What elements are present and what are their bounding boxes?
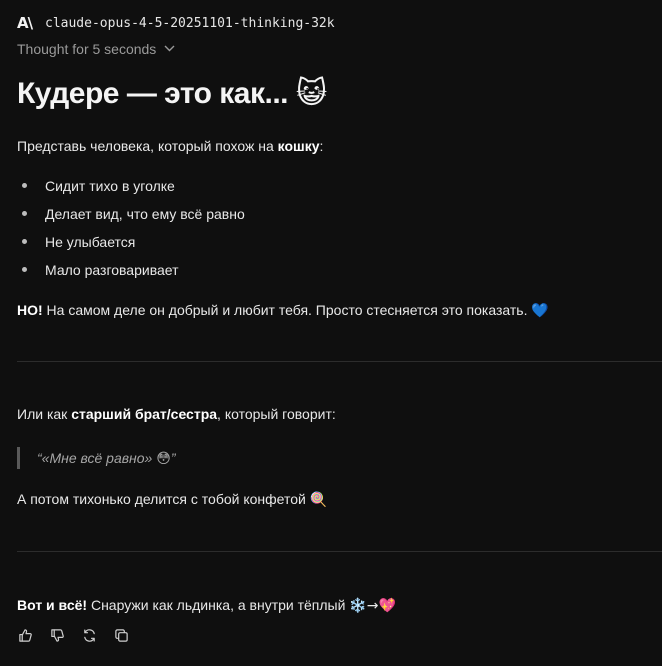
thinking-toggle[interactable]: Thought for 5 seconds [17,41,175,57]
chevron-down-icon [164,43,175,55]
intro-paragraph: Представь человека, который похож на кош… [17,138,323,154]
bullet-dot [22,183,27,188]
thumbs-down-icon[interactable] [49,627,65,643]
cat-emoji-icon: 😺 [295,76,327,111]
trait-list: Сидит тихо в уголке Делает вид, что ему … [17,176,245,288]
sibling-prefix: Или как [17,406,72,422]
sibling-suffix: , который говорит: [217,406,336,422]
bullet-dot [22,267,27,272]
list-item: Сидит тихо в уголке [17,176,245,204]
sibling-bold: старший брат/сестра [71,406,218,422]
list-item-text: Делает вид, что ему всё равно [45,206,245,222]
candy-paragraph: А потом тихонько делится с тобой конфето… [17,491,327,508]
heading-text: Кудере — это как... [17,77,289,110]
flushed-emoji-icon: 😳 [156,450,171,467]
final-text: Снаружи как льдинка, а внутри тёплый [87,597,350,613]
intro-suffix: : [319,138,324,154]
sibling-paragraph: Или как старший брат/сестра, который гов… [17,406,336,422]
quote-text: “«Мне всё равно» 😳” [37,450,176,467]
copy-icon[interactable] [113,627,129,643]
blockquote-bar [17,447,20,469]
list-item: Мало разговаривает [17,260,245,288]
message-actions [17,627,145,643]
ice-to-heart-emoji-icon: ❄️→💖 [349,598,396,614]
but-bold: НО! [17,302,43,318]
final-bold: Вот и всё! [17,597,88,613]
list-item-text: Мало разговаривает [45,262,179,278]
bullet-dot [22,239,27,244]
retry-icon[interactable] [81,627,97,643]
lollipop-emoji-icon: 🍭 [309,492,328,508]
response-heading: Кудере — это как... 😺 [17,76,327,111]
candy-text: А потом тихонько делится с тобой конфето… [17,491,310,507]
bullet-dot [22,211,27,216]
list-item: Не улыбается [17,232,245,260]
blue-heart-emoji-icon: 💙 [531,303,549,319]
intro-prefix: Представь человека, который похож на [17,138,278,154]
list-item-text: Сидит тихо в уголке [45,178,175,194]
divider [17,361,662,362]
thinking-label: Thought for 5 seconds [17,41,157,57]
model-name: claude-opus-4-5-20251101-thinking-32k [45,15,335,31]
model-header: A\ claude-opus-4-5-20251101-thinking-32k [17,14,335,32]
anthropic-logo-icon: A\ [17,14,33,32]
but-paragraph: НО! На самом деле он добрый и любит тебя… [17,302,549,319]
divider [17,551,662,552]
thumbs-up-icon[interactable] [17,627,33,643]
but-text: На самом деле он добрый и любит тебя. Пр… [42,302,532,318]
final-paragraph: Вот и всё! Снаружи как льдинка, а внутри… [17,597,396,614]
list-item: Делает вид, что ему всё равно [17,204,245,232]
list-item-text: Не улыбается [45,234,136,250]
intro-bold: кошку [277,138,320,154]
blockquote: “«Мне всё равно» 😳” [17,447,176,469]
quote-open: “«Мне всё равно» [37,449,157,466]
quote-close: ” [170,449,176,466]
